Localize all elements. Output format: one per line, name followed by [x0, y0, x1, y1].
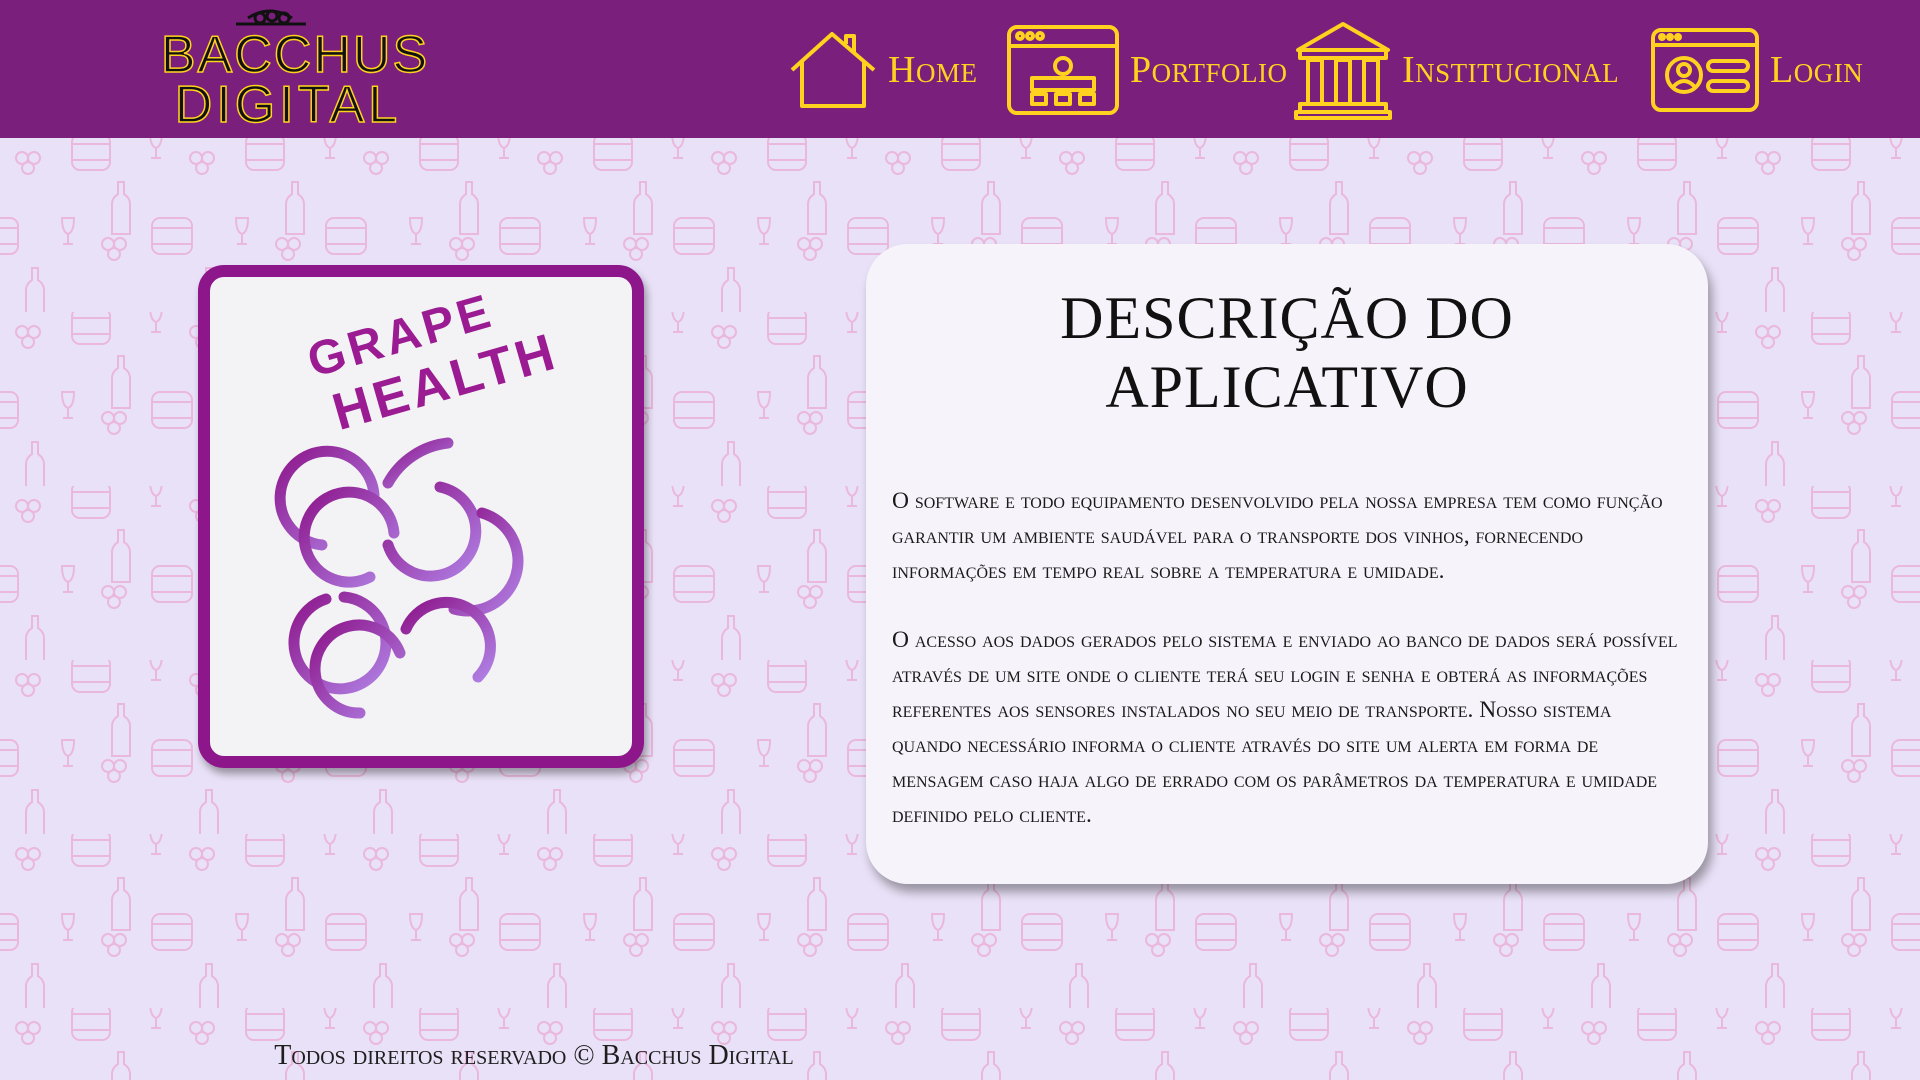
- logo-graphic: BACCHUS DIGITAL: [160, 9, 428, 135]
- grape-health-logo-card: GRAPE HEALTH: [198, 265, 644, 768]
- nav-institucional-label: Institucional: [1402, 49, 1620, 91]
- nav-portfolio[interactable]: Portfolio: [1006, 14, 1288, 126]
- nav-home-label: Home: [888, 49, 978, 91]
- bacchus-digital-logo[interactable]: BACCHUS DIGITAL: [150, 4, 440, 135]
- grape-icon: GRAPE HEALTH: [274, 284, 564, 719]
- nav-institucional[interactable]: Institucional: [1294, 14, 1619, 126]
- nav-login-label: Login: [1770, 49, 1864, 91]
- footer-copyright: Todos direitos reservado © Bacchus Digit…: [274, 1040, 794, 1071]
- login-icon: [1651, 28, 1759, 112]
- nav-portfolio-label: Portfolio: [1130, 49, 1288, 91]
- institution-icon: [1294, 22, 1392, 120]
- app-description-card: DESCRIÇÃO DO APLICATIVO O software e tod…: [866, 244, 1708, 884]
- description-title: DESCRIÇÃO DO APLICATIVO: [1060, 285, 1514, 420]
- svg-text:DIGITAL: DIGITAL: [175, 76, 401, 132]
- description-paragraph-2: O acesso aos dados gerados pelo sistema …: [892, 627, 1678, 828]
- description-paragraph-1: O software e todo equipamento desenvolvi…: [892, 488, 1663, 584]
- top-navigation-bar: BACCHUS DIGITAL Home Portfolio Instituci…: [0, 0, 1920, 138]
- nav-login[interactable]: Login: [1650, 14, 1863, 126]
- home-icon: [790, 32, 876, 108]
- nav-home[interactable]: Home: [788, 14, 977, 126]
- portfolio-icon: [1007, 25, 1119, 115]
